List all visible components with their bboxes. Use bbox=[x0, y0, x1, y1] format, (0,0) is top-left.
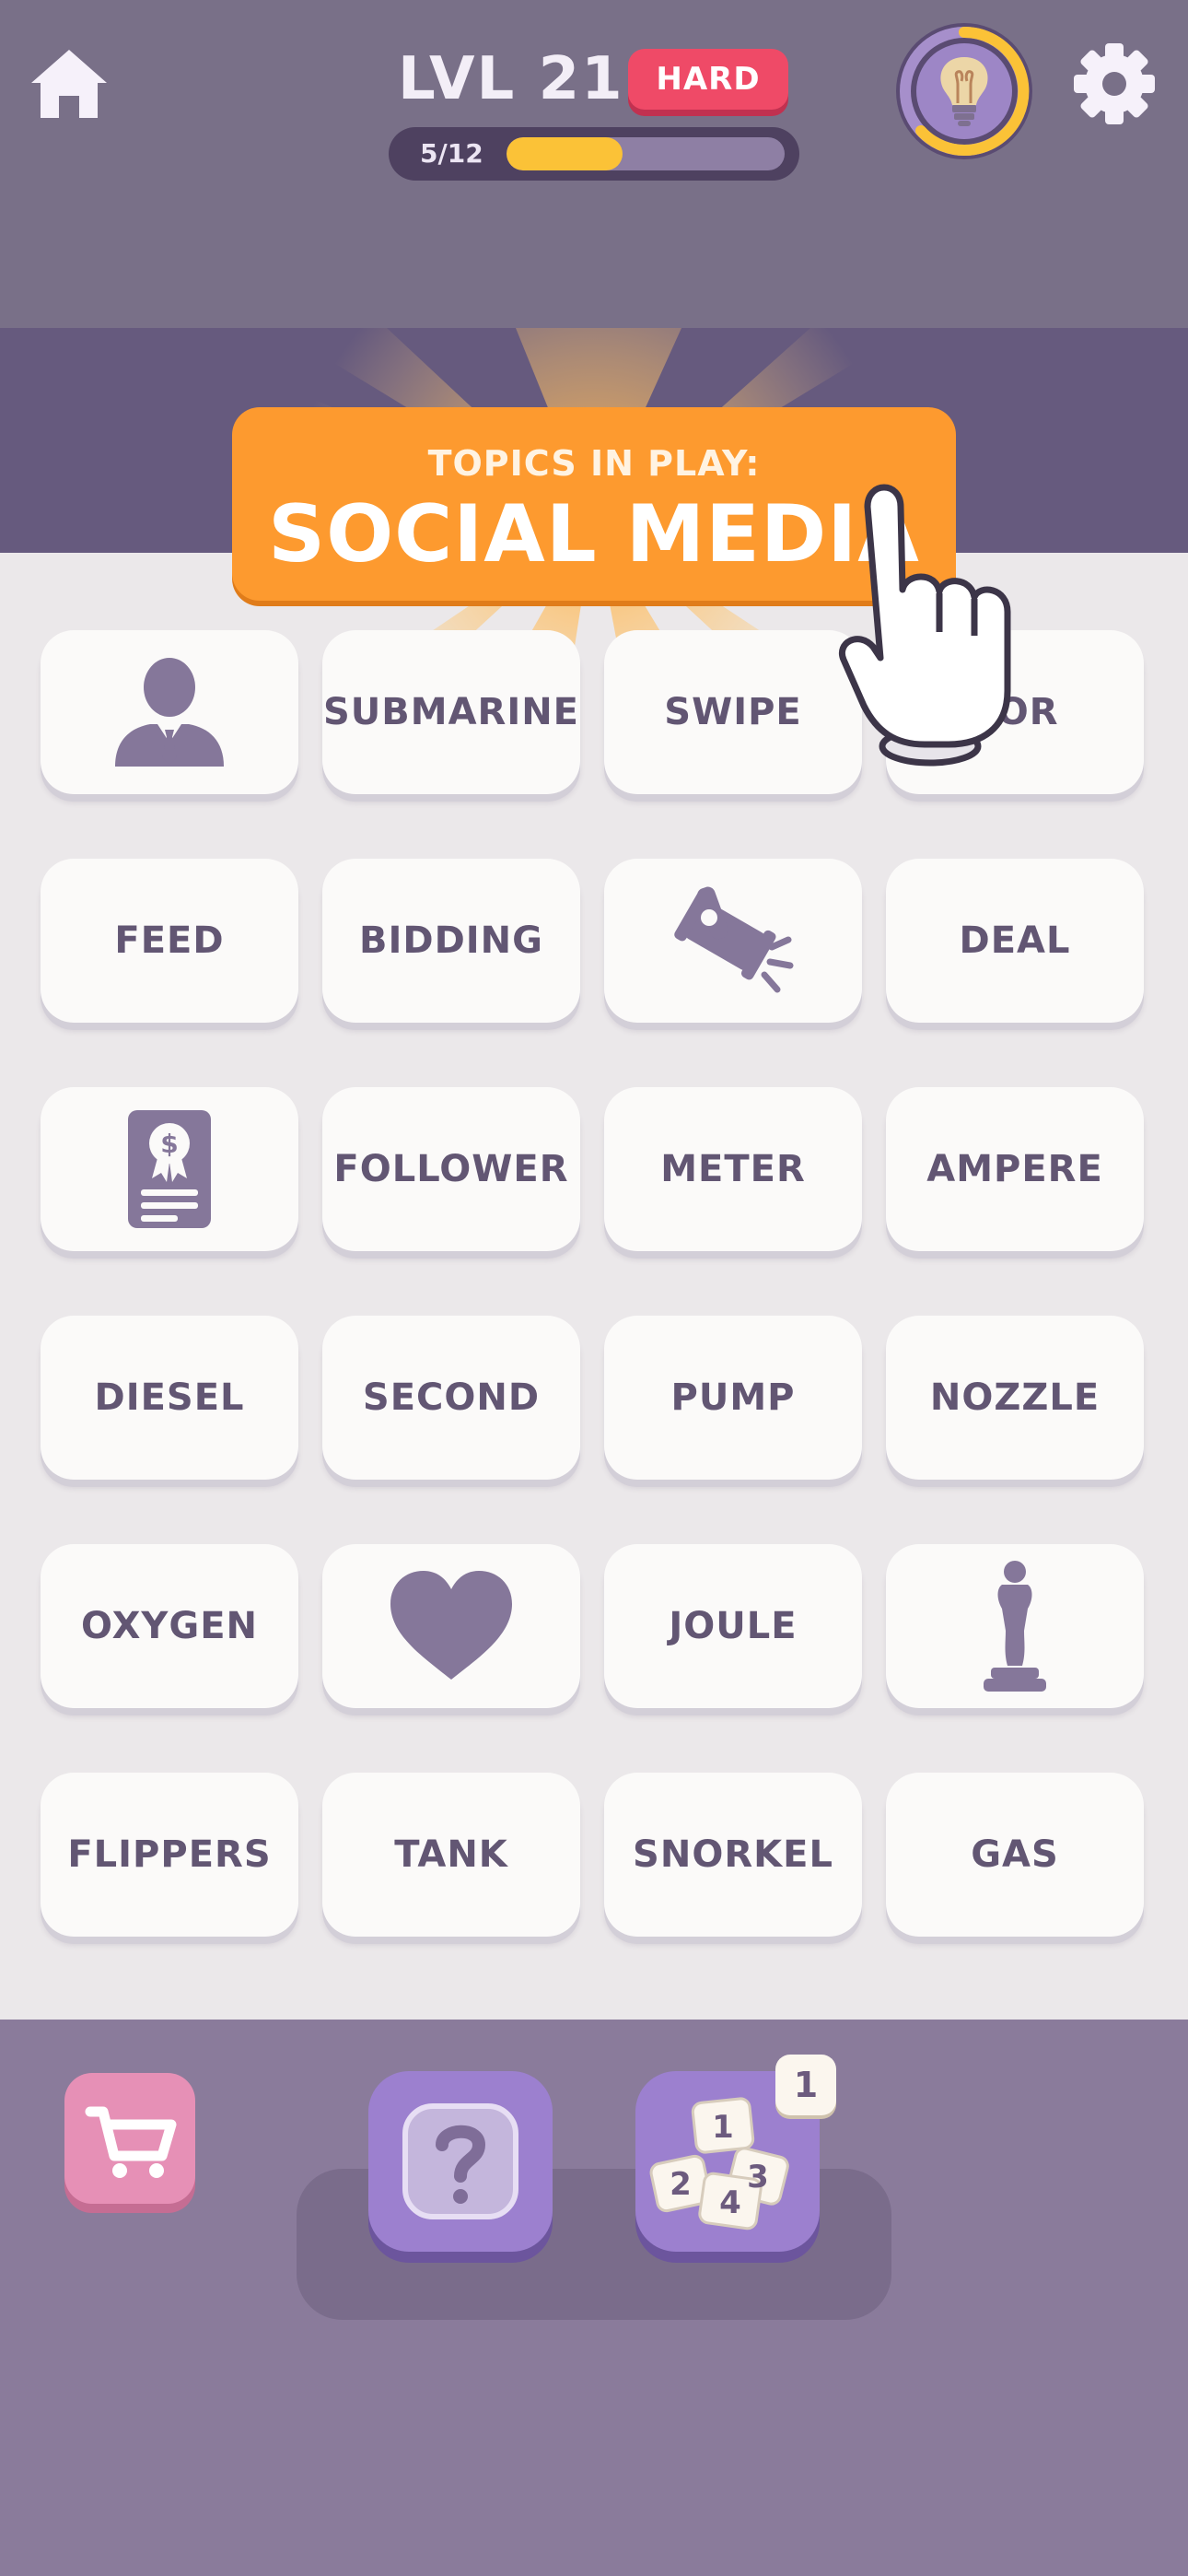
word-tile-nozzle[interactable]: NOZZLE bbox=[886, 1316, 1144, 1480]
word-tile-label: METER bbox=[660, 1148, 806, 1190]
svg-text:3: 3 bbox=[747, 2159, 769, 2195]
top-bar: LVL 21 HARD 5/12 bbox=[0, 0, 1188, 328]
word-tile-gas[interactable]: GAS bbox=[886, 1773, 1144, 1937]
word-tile-follower[interactable]: FOLLOWER bbox=[322, 1087, 580, 1251]
picture-tile-businessman[interactable] bbox=[41, 630, 298, 794]
word-tile-diesel[interactable]: DIESEL bbox=[41, 1316, 298, 1480]
hint-lightbulb-button[interactable] bbox=[893, 20, 1035, 162]
word-tile-label: DIESEL bbox=[94, 1376, 245, 1419]
word-tile-pump[interactable]: PUMP bbox=[604, 1316, 862, 1480]
word-tile-label: FOLLOWER bbox=[333, 1148, 569, 1190]
svg-text:2: 2 bbox=[670, 2166, 692, 2203]
svg-text:$: $ bbox=[160, 1129, 178, 1159]
word-tile-label: SWIPE bbox=[664, 691, 802, 733]
word-tile-label: JOULE bbox=[669, 1605, 798, 1647]
svg-text:1: 1 bbox=[712, 2109, 734, 2146]
word-tile-meter[interactable]: METER bbox=[604, 1087, 862, 1251]
word-tile-label: TOR bbox=[971, 691, 1059, 733]
progress-fill bbox=[507, 137, 623, 170]
question-mark-icon bbox=[402, 2103, 518, 2219]
word-tile-label: AMPERE bbox=[926, 1148, 1103, 1190]
reveal-hint-button[interactable] bbox=[368, 2071, 553, 2252]
word-tile-label: GAS bbox=[971, 1833, 1059, 1876]
word-tile-label: NOZZLE bbox=[929, 1376, 1101, 1419]
home-icon bbox=[31, 50, 107, 118]
picture-tile-auction-gavel[interactable] bbox=[604, 859, 862, 1023]
word-tile-tor[interactable]: TOR bbox=[886, 630, 1144, 794]
topic-kicker: TOPICS IN PLAY: bbox=[427, 443, 761, 484]
level-title: LVL 21 bbox=[398, 45, 624, 113]
picture-tile-heart[interactable] bbox=[322, 1544, 580, 1708]
difficulty-badge: HARD bbox=[628, 49, 788, 110]
svg-text:4: 4 bbox=[719, 2184, 741, 2221]
word-tile-ampere[interactable]: AMPERE bbox=[886, 1087, 1144, 1251]
bottom-bar: 1 2 3 4 1 bbox=[0, 2020, 1188, 2576]
word-tile-tank[interactable]: TANK bbox=[322, 1773, 580, 1937]
trophy-statue-icon bbox=[978, 1557, 1052, 1695]
shuffle-count-badge: 1 bbox=[775, 2055, 836, 2115]
businessman-icon bbox=[110, 652, 229, 772]
word-tile-label: OXYGEN bbox=[80, 1605, 258, 1647]
picture-tile-trophy-statue[interactable] bbox=[886, 1544, 1144, 1708]
auction-gavel-icon bbox=[669, 881, 798, 1001]
word-tile-label: TANK bbox=[394, 1833, 508, 1876]
word-tile-joule[interactable]: JOULE bbox=[604, 1544, 862, 1708]
certificate-icon: $ bbox=[119, 1105, 220, 1234]
word-tile-deal[interactable]: DEAL bbox=[886, 859, 1144, 1023]
word-tile-label: BIDDING bbox=[359, 919, 543, 962]
word-tile-label: SUBMARINE bbox=[322, 691, 580, 733]
topic-name: SOCIAL MEDIA bbox=[268, 488, 920, 580]
word-tile-label: FLIPPERS bbox=[67, 1833, 272, 1876]
word-tile-submarine[interactable]: SUBMARINE bbox=[322, 630, 580, 794]
picture-tile-certificate[interactable]: $ bbox=[41, 1087, 298, 1251]
lightbulb-icon bbox=[896, 23, 1032, 159]
progress-track bbox=[507, 137, 785, 170]
word-tile-oxygen[interactable]: OXYGEN bbox=[41, 1544, 298, 1708]
heart-icon bbox=[387, 1569, 516, 1683]
shopping-cart-icon bbox=[85, 2106, 177, 2178]
shop-button[interactable] bbox=[64, 2073, 195, 2204]
topic-banner: TOPICS IN PLAY: SOCIAL MEDIA bbox=[232, 407, 956, 601]
gear-icon bbox=[1074, 43, 1155, 124]
word-tile-label: PUMP bbox=[670, 1376, 796, 1419]
home-button[interactable] bbox=[28, 46, 111, 122]
word-tile-second[interactable]: SECOND bbox=[322, 1316, 580, 1480]
word-tile-snorkel[interactable]: SNORKEL bbox=[604, 1773, 862, 1937]
word-tile-bidding[interactable]: BIDDING bbox=[322, 859, 580, 1023]
word-tile-flippers[interactable]: FLIPPERS bbox=[41, 1773, 298, 1937]
settings-button[interactable] bbox=[1071, 41, 1158, 127]
progress-bar: 5/12 bbox=[389, 127, 799, 181]
word-tile-swipe[interactable]: SWIPE bbox=[604, 630, 862, 794]
word-tile-label: DEAL bbox=[959, 919, 1071, 962]
word-tile-label: FEED bbox=[114, 919, 225, 962]
word-tile-feed[interactable]: FEED bbox=[41, 859, 298, 1023]
word-tile-label: SECOND bbox=[362, 1376, 541, 1419]
progress-label: 5/12 bbox=[420, 138, 483, 169]
word-tile-label: SNORKEL bbox=[633, 1833, 833, 1876]
